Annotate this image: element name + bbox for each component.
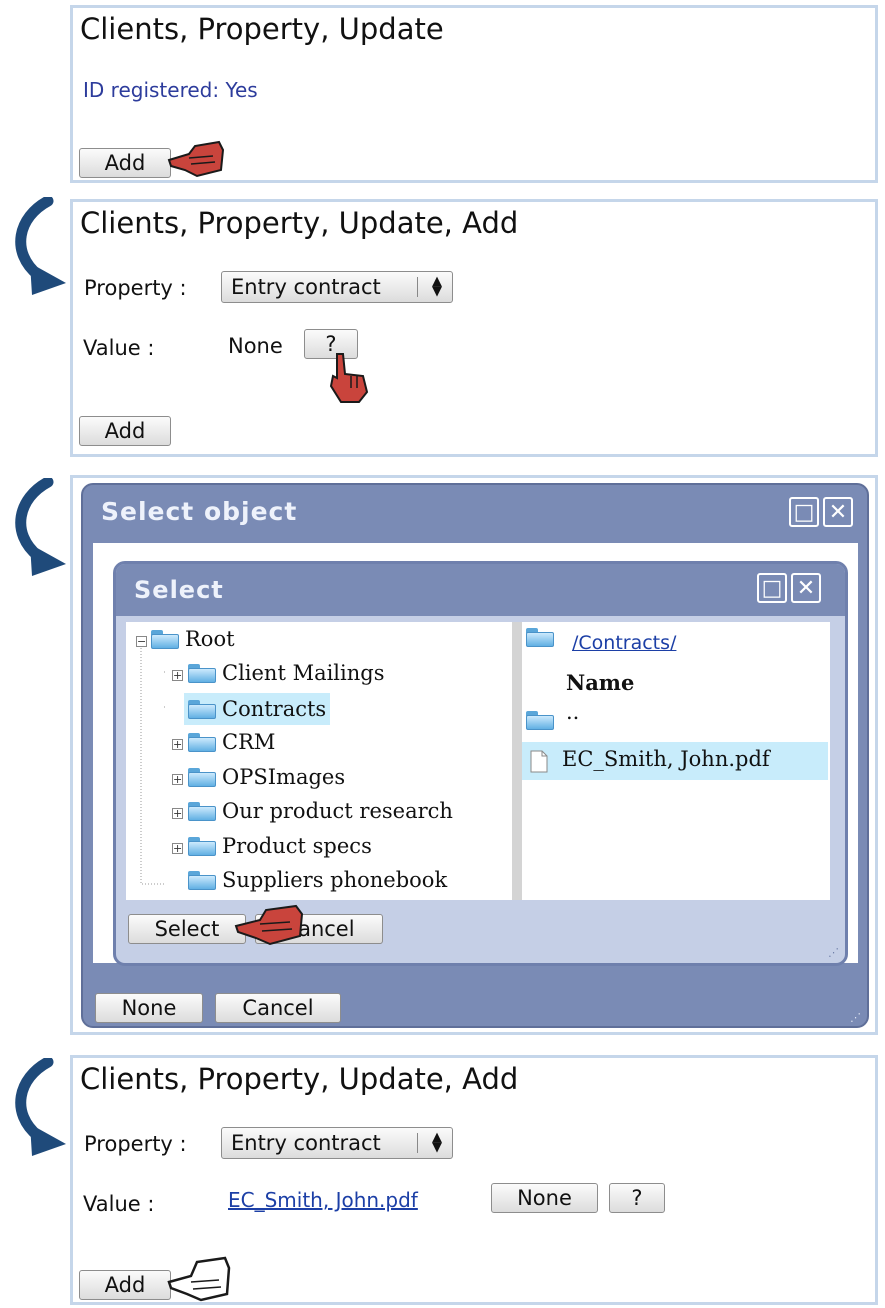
- curved-arrow-icon: [15, 1058, 66, 1156]
- property-select-value: Entry contract: [231, 275, 381, 299]
- folder-icon: [188, 767, 216, 787]
- folder-icon: [188, 836, 216, 856]
- folder-icon: [188, 801, 216, 821]
- tree-item-product-specs[interactable]: Product specs: [188, 834, 372, 858]
- folder-icon: [526, 711, 554, 730]
- resize-grip-icon[interactable]: ⋰: [850, 1011, 861, 1024]
- select-button[interactable]: Select: [128, 914, 246, 944]
- maximize-icon[interactable]: □: [757, 573, 787, 603]
- name-column-header: Name: [566, 670, 635, 695]
- tree-item-client-mailings[interactable]: Client Mailings: [188, 661, 384, 685]
- tree-item-crm[interactable]: CRM: [188, 730, 275, 754]
- expand-icon[interactable]: +: [172, 739, 183, 750]
- close-icon[interactable]: ✕: [823, 497, 853, 527]
- file-item-selected[interactable]: EC_Smith, John.pdf: [522, 742, 828, 780]
- property-select[interactable]: Entry contract ▲ ▼: [221, 271, 453, 303]
- select-arrows-icon: ▲ ▼: [432, 274, 442, 299]
- close-icon[interactable]: ✕: [791, 573, 821, 603]
- value-label: Value :: [83, 336, 155, 360]
- select-object-panel: Select object □ ✕ Select □ ✕ − Root + Cl…: [70, 475, 878, 1035]
- id-registered-text: ID registered: Yes: [83, 78, 258, 102]
- folder-icon: [151, 629, 179, 649]
- select-arrows-icon: ▲ ▼: [432, 1130, 442, 1155]
- folder-icon: [526, 628, 554, 647]
- add-button[interactable]: Add: [79, 1270, 171, 1300]
- maximize-icon[interactable]: □: [789, 497, 819, 527]
- value-label: Value :: [83, 1192, 155, 1216]
- tree-item-root[interactable]: Root: [151, 627, 235, 651]
- folder-tree: − Root + Client Mailings Contracts + CRM…: [126, 622, 512, 900]
- page-title: Clients, Property, Update, Add: [80, 206, 519, 240]
- tree-item-suppliers-phonebook[interactable]: Suppliers phonebook: [188, 868, 447, 892]
- property-select-value: Entry contract: [231, 1131, 381, 1155]
- pointing-hand-icon: [329, 353, 369, 403]
- add-property-panel: Clients, Property, Update, Add Property …: [70, 199, 878, 457]
- pointing-hand-icon: [234, 904, 304, 946]
- expand-icon[interactable]: +: [172, 670, 183, 681]
- resize-grip-icon[interactable]: ⋰: [828, 946, 839, 959]
- parent-dir-item[interactable]: ..: [566, 700, 579, 724]
- select-dialog-header: Select □ ✕: [116, 564, 845, 616]
- add-button[interactable]: Add: [79, 416, 171, 446]
- tree-item-our-product-research[interactable]: Our product research: [188, 799, 453, 823]
- page-title: Clients, Property, Update, Add: [80, 1062, 519, 1096]
- none-button[interactable]: None: [95, 993, 203, 1023]
- folder-icon: [188, 663, 216, 683]
- pointing-hand-icon: [167, 1256, 231, 1302]
- none-button[interactable]: None: [491, 1183, 598, 1213]
- tree-scrollbar[interactable]: [512, 622, 522, 900]
- expand-icon[interactable]: +: [172, 843, 183, 854]
- file-name: EC_Smith, John.pdf: [562, 747, 770, 771]
- update-panel: Clients, Property, Update ID registered:…: [70, 5, 878, 183]
- folder-icon: [188, 870, 216, 890]
- dialog-body: Select □ ✕ − Root + Client Mailings Cont…: [93, 543, 858, 966]
- property-label: Property :: [84, 276, 187, 300]
- tree-item-opsimages[interactable]: OPSImages: [188, 765, 345, 789]
- folder-icon: [188, 732, 216, 752]
- help-button[interactable]: ?: [609, 1183, 665, 1213]
- select-object-dialog: Select object □ ✕ Select □ ✕ − Root + Cl…: [81, 483, 869, 1028]
- file-list: /Contracts/ Name .. EC_Smith, John.pdf: [522, 622, 830, 900]
- file-icon: [530, 750, 548, 773]
- add-property-result-panel: Clients, Property, Update, Add Property …: [70, 1055, 878, 1305]
- folder-icon: [188, 699, 216, 719]
- collapse-icon[interactable]: −: [136, 636, 147, 647]
- value-text: None: [228, 334, 283, 358]
- property-label: Property :: [84, 1132, 187, 1156]
- expand-icon[interactable]: +: [172, 808, 183, 819]
- cancel-button[interactable]: Cancel: [215, 993, 341, 1023]
- pointing-hand-icon: [167, 140, 225, 178]
- expand-icon[interactable]: +: [172, 774, 183, 785]
- curved-arrow-icon: [15, 478, 66, 576]
- page-title: Clients, Property, Update: [80, 12, 444, 46]
- tree-item-contracts[interactable]: Contracts: [184, 693, 331, 725]
- add-button[interactable]: Add: [79, 148, 171, 178]
- current-path-link[interactable]: /Contracts/: [572, 632, 676, 654]
- dialog-title: Select object: [101, 497, 298, 526]
- curved-arrow-icon: [15, 197, 66, 295]
- property-select[interactable]: Entry contract ▲ ▼: [221, 1127, 453, 1159]
- value-file-link[interactable]: EC_Smith, John.pdf: [228, 1188, 418, 1212]
- select-dialog-title: Select: [134, 576, 224, 604]
- select-dialog: Select □ ✕ − Root + Client Mailings Cont…: [113, 561, 848, 966]
